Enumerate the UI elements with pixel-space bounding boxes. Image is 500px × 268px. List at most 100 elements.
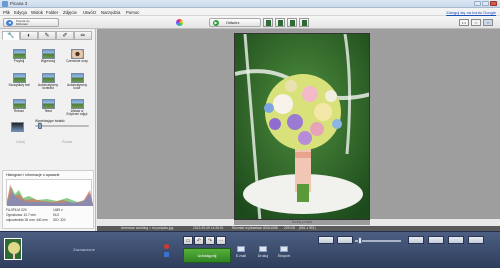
tool-label: Tekst (44, 109, 52, 113)
filmstrip-thumbnail[interactable] (287, 18, 297, 27)
filmstrip-thumbnail[interactable] (263, 18, 273, 27)
tray-view-button[interactable] (318, 236, 334, 244)
more-icon: ⋯ (218, 238, 224, 244)
people-panel-button[interactable] (408, 236, 424, 244)
photo-editor-tool[interactable]: Wstaw w Edytorze zdjęć (65, 99, 89, 123)
tag-icon[interactable] (164, 252, 169, 257)
photo-tray: Zaznaczone ▭ ↶ ↷ ⋯ Udostępnij E-mail Dru… (0, 231, 500, 268)
tab-artistic[interactable]: ✏ (74, 31, 92, 40)
google-login-link[interactable]: Zaloguj się na konto Google (446, 10, 496, 15)
photo[interactable] (234, 33, 370, 220)
tool-label: Czerwone oczy (66, 59, 88, 63)
tray-thumbnail-image (5, 239, 21, 259)
close-button[interactable] (490, 1, 497, 6)
tab-basic-fixes[interactable]: 🔧 (2, 31, 20, 40)
pin-icon: ▭ (185, 238, 191, 244)
email-button[interactable]: E-mail (233, 246, 249, 258)
tab-more-effects[interactable]: ✐ (56, 31, 74, 40)
tray-zoom-knob[interactable] (358, 237, 362, 244)
redo-button[interactable]: Ponów (62, 140, 72, 144)
menu-item-tools[interactable]: Narzędzia (101, 10, 120, 15)
color-wheel-icon (176, 19, 183, 26)
back-arrow-icon: ◂ (6, 20, 13, 26)
histogram-title: Histogram i informacje o aparacie (6, 173, 60, 177)
edit-panel: 🔧 ◐ ✎ ✐ ✏ Przytnij Wyprostuj Czerwone oc… (0, 29, 96, 232)
tray-thumbnail[interactable] (4, 238, 22, 260)
tool-label: Przytnij (13, 59, 25, 63)
rotate-left-icon: ↶ (196, 238, 202, 244)
star-icon[interactable] (164, 244, 169, 249)
edit-tabs: 🔧 ◐ ✎ ✐ ✏ (2, 31, 94, 40)
menu-bar: Plik Edycja Widok Folder Zdjęcie Utwórz … (0, 8, 500, 16)
histogram-chart (6, 179, 93, 206)
tool-label: Automatyczny kolor (66, 83, 88, 91)
contrast-icon: ◐ (27, 33, 31, 39)
menu-item-view[interactable]: Widok (31, 10, 43, 15)
menu-item-folder[interactable]: Folder (46, 10, 58, 15)
caption-field[interactable]: Dodaj podpis (234, 220, 370, 225)
tray-more-button[interactable]: ⋯ (216, 236, 226, 245)
retouch-tool[interactable]: Retusz (7, 99, 31, 123)
maximize-button[interactable] (482, 1, 489, 6)
histogram-panel: Histogram i informacje o aparacie FUJIFI… (2, 170, 94, 229)
picasa-icon (2, 1, 8, 7)
histogram-graphic (7, 184, 93, 206)
menu-item-picture[interactable]: Zdjęcie (63, 10, 77, 15)
tray-rotate-left-button[interactable]: ↶ (194, 236, 204, 245)
retouch-icon (12, 99, 26, 109)
auto-color-tool[interactable]: Automatyczny kolor (65, 73, 89, 97)
fill-light-slider-knob[interactable] (37, 123, 42, 129)
paint-icon: ✏ (80, 33, 86, 39)
back-to-library-button[interactable]: ◂ Powrót do biblioteki (3, 18, 59, 27)
filmstrip-thumbnail[interactable] (275, 18, 285, 27)
straighten-tool[interactable]: Wyprostuj (36, 49, 60, 73)
export-icon (280, 246, 288, 252)
tray-hold-button[interactable]: ▭ (183, 236, 193, 245)
properties-panel-button[interactable] (468, 236, 484, 244)
export-label: Eksport (277, 254, 291, 258)
places-panel-button[interactable] (428, 236, 444, 244)
tab-tuning[interactable]: ◐ (20, 31, 38, 40)
auto-contrast-tool[interactable]: Automatyczny kontrast (36, 73, 60, 97)
toolbar: ◂ Powrót do biblioteki ▶ Odtwórz 1:1 ▭ ▭ (0, 16, 500, 29)
minimize-button[interactable] (474, 1, 481, 6)
redeye-tool[interactable]: Czerwone oczy (65, 49, 89, 73)
exif-focal: Ogniskowa: 10.7 mm (6, 213, 36, 217)
menu-item-help[interactable]: Pomoc (126, 10, 139, 15)
view-fill-button[interactable]: ▭ (483, 19, 493, 26)
filmstrip-thumbnail[interactable] (299, 18, 309, 27)
tool-label: Wstaw w Edytorze zdjęć (66, 109, 88, 117)
menu-item-edit[interactable]: Edycja (14, 10, 27, 15)
fill-light-slider[interactable] (35, 125, 89, 127)
view-fit-button[interactable]: ▭ (471, 19, 481, 26)
contrast-thumb-icon (41, 73, 55, 83)
menu-item-create[interactable]: Utwórz (83, 10, 96, 15)
tray-rotate-right-button[interactable]: ↷ (205, 236, 215, 245)
undo-button[interactable]: Cofnij (16, 140, 24, 144)
crop-icon (12, 49, 26, 59)
crop-tool[interactable]: Przytnij (7, 49, 31, 73)
tool-label: Automatyczny kontrast (37, 83, 59, 91)
feeling-lucky-tool[interactable]: Szczęśliwy traf (7, 73, 31, 97)
email-label: E-mail (235, 254, 247, 258)
exif-iso: ISO: 320 (53, 218, 66, 222)
exif-camera: FUJIFILM X20 (6, 208, 27, 212)
tray-people-button[interactable] (337, 236, 353, 244)
menu-item-file[interactable]: Plik (3, 10, 10, 15)
straighten-icon (41, 49, 55, 59)
play-label: Odtwórz (226, 21, 240, 25)
fill-light-icon (11, 122, 24, 132)
exif-resolution: 1489 x (53, 208, 63, 212)
text-thumb-icon (41, 99, 55, 109)
share-button[interactable]: Udostępnij (183, 248, 231, 263)
title-bar: Picasa 3 (0, 0, 500, 8)
print-button[interactable]: Drukuj (255, 246, 271, 258)
lucky-icon (12, 73, 26, 83)
tab-effects[interactable]: ✎ (38, 31, 56, 40)
tags-panel-button[interactable] (448, 236, 464, 244)
exif-aperture: f/4.0 (53, 213, 60, 217)
export-button[interactable]: Eksport (276, 246, 292, 258)
view-actual-size-button[interactable]: 1:1 (459, 19, 469, 26)
slideshow-play-button[interactable]: ▶ Odtwórz (209, 18, 261, 27)
photo-viewer: Dodaj podpis (97, 29, 500, 225)
